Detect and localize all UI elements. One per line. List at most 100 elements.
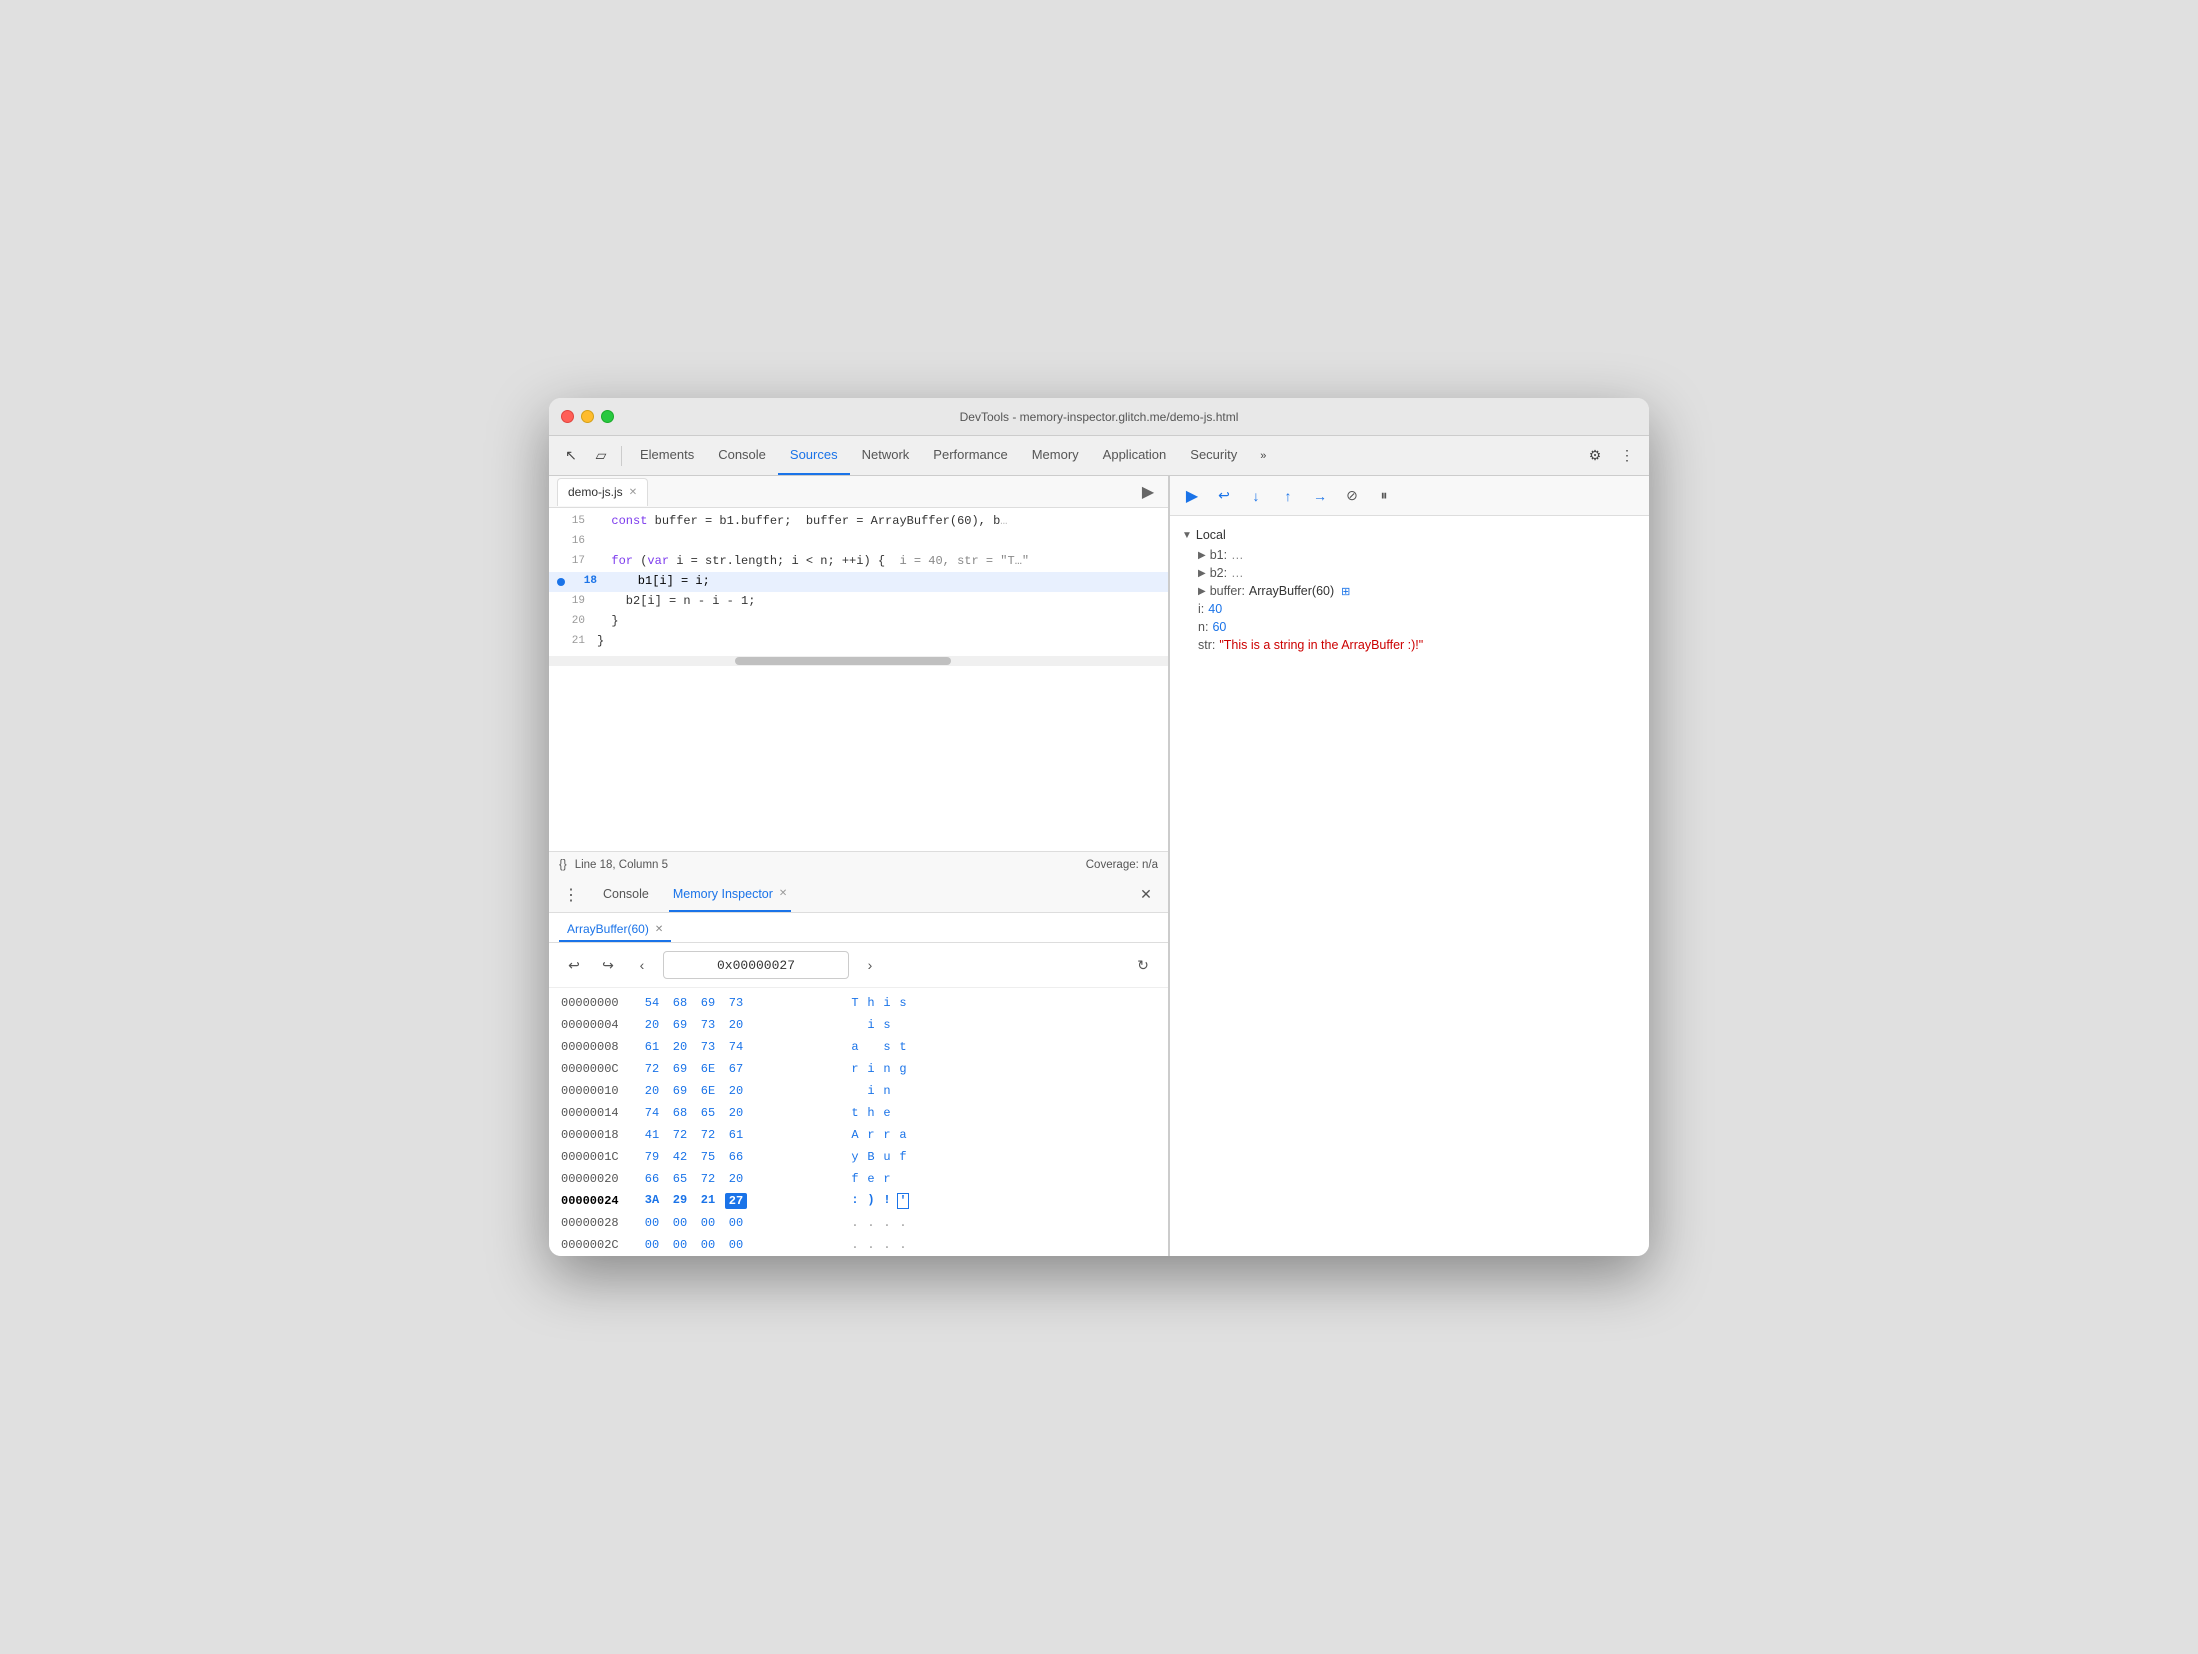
horizontal-scrollbar[interactable] [549, 656, 1168, 666]
hex-row-10: 00000010 20 69 6E 20 i [549, 1080, 1168, 1102]
panel-tab-memory-inspector[interactable]: Memory Inspector ✕ [669, 877, 791, 912]
hex-row-1c: 0000001C 79 42 75 66 y B [549, 1146, 1168, 1168]
devtools-window: DevTools - memory-inspector.glitch.me/de… [549, 398, 1649, 1256]
buffer-tab-bar: ArrayBuffer(60) ✕ [549, 913, 1168, 943]
title-bar: DevTools - memory-inspector.glitch.me/de… [549, 398, 1649, 436]
refresh-button[interactable]: ↻ [1130, 952, 1156, 978]
devtools-body: demo-js.js ✕ ▶ 15 const buffer = b1.buff… [549, 476, 1649, 1256]
breakpoint-dot [557, 578, 565, 586]
hex-row-18: 00000018 41 72 72 61 A r [549, 1124, 1168, 1146]
redo-button[interactable]: ↪ [595, 952, 621, 978]
hex-data: 00000000 54 68 69 73 T h [549, 988, 1168, 1256]
code-line-19: 19 b2[i] = n - i - 1; [549, 592, 1168, 612]
code-lines: 15 const buffer = b1.buffer; buffer = Ar… [549, 508, 1168, 656]
hex-row-0: 00000000 54 68 69 73 T h [549, 992, 1168, 1014]
code-editor: 15 const buffer = b1.buffer; buffer = Ar… [549, 508, 1168, 851]
scope-section-local: ▼ Local ▶ b1: … ▶ b2: … ▶ [1170, 524, 1649, 654]
code-line-21: 21 } [549, 632, 1168, 652]
tab-security[interactable]: Security [1178, 436, 1249, 475]
code-line-15: 15 const buffer = b1.buffer; buffer = Ar… [549, 512, 1168, 532]
hex-row-c: 0000000C 72 69 6E 67 r i [549, 1058, 1168, 1080]
tab-performance[interactable]: Performance [921, 436, 1019, 475]
toolbar-divider [621, 446, 622, 466]
deactivate-breakpoints[interactable]: ⊘ [1338, 482, 1366, 510]
scope-item-b2: ▶ b2: … [1182, 564, 1637, 582]
tab-application[interactable]: Application [1091, 436, 1179, 475]
fullscreen-button[interactable] [601, 410, 614, 423]
memory-inspector-tab-close[interactable]: ✕ [779, 888, 787, 899]
debugger-toolbar: ▶ ↩ ↓ ↑ → ⊘ ⏸ [1170, 476, 1649, 516]
devtools-toolbar: ↖ ▱ Elements Console Sources Network Per… [549, 436, 1649, 476]
step-into-button[interactable]: ↓ [1242, 482, 1270, 510]
left-panel: demo-js.js ✕ ▶ 15 const buffer = b1.buff… [549, 476, 1169, 1256]
coverage-status: Coverage: n/a [1086, 859, 1158, 871]
tab-console[interactable]: Console [706, 436, 778, 475]
toolbar-right: ⚙ ⋮ [1581, 442, 1641, 470]
hex-viewer: ↩ ↪ ‹ › ↻ 00000000 [549, 943, 1168, 1256]
hex-row-4: 00000004 20 69 73 20 i [549, 1014, 1168, 1036]
tab-sources[interactable]: Sources [778, 436, 850, 475]
scope-item-buffer: ▶ buffer: ArrayBuffer(60) ⊞ [1182, 582, 1637, 600]
scope-arrow-local: ▼ [1182, 530, 1192, 541]
file-tab-label: demo-js.js [568, 485, 623, 499]
scope-item-str: str: "This is a string in the ArrayBuffe… [1182, 636, 1637, 654]
scope-item-n: n: 60 [1182, 618, 1637, 636]
file-tab-demo-js[interactable]: demo-js.js ✕ [557, 478, 648, 506]
step-over-button[interactable]: ↩ [1210, 482, 1238, 510]
file-tab-bar: demo-js.js ✕ ▶ [549, 476, 1168, 508]
pause-on-exceptions[interactable]: ⏸ [1370, 482, 1398, 510]
tab-elements[interactable]: Elements [628, 436, 706, 475]
hex-row-24: 00000024 3A 29 21 27 : ) [549, 1190, 1168, 1212]
hex-toolbar: ↩ ↪ ‹ › ↻ [549, 943, 1168, 988]
memory-inspector: ArrayBuffer(60) ✕ ↩ ↪ ‹ › [549, 913, 1168, 1256]
tab-memory[interactable]: Memory [1020, 436, 1091, 475]
hex-row-8: 00000008 61 20 73 74 a [549, 1036, 1168, 1058]
memory-icon[interactable]: ⊞ [1341, 585, 1350, 598]
step-button[interactable]: → [1306, 482, 1334, 510]
main-tab-bar: Elements Console Sources Network Perform… [628, 436, 1579, 475]
device-toolbar-icon[interactable]: ▱ [587, 442, 615, 470]
status-bar: {} Line 18, Column 5 Coverage: n/a [549, 851, 1168, 877]
hex-row-28: 00000028 00 00 00 00 . . [549, 1212, 1168, 1234]
hex-row-2c: 0000002C 00 00 00 00 . . [549, 1234, 1168, 1256]
panel-close-button[interactable]: ✕ [1134, 883, 1158, 907]
memory-main: ↩ ↪ ‹ › ↻ 00000000 [549, 943, 1168, 1256]
more-options-icon[interactable]: ⋮ [1613, 442, 1641, 470]
code-line-16: 16 [549, 532, 1168, 552]
next-address-button[interactable]: › [857, 952, 883, 978]
prev-address-button[interactable]: ‹ [629, 952, 655, 978]
buffer-tab-label: ArrayBuffer(60) [567, 922, 649, 936]
scrollbar-thumb-h[interactable] [735, 657, 952, 665]
run-snippet-icon[interactable]: ▶ [1136, 480, 1160, 504]
more-tabs-icon[interactable]: » [1249, 442, 1277, 470]
step-out-button[interactable]: ↑ [1274, 482, 1302, 510]
traffic-lights [561, 410, 614, 423]
scope-item-b1: ▶ b1: … [1182, 546, 1637, 564]
scope-local-label: Local [1196, 528, 1226, 542]
scope-item-i: i: 40 [1182, 600, 1637, 618]
tab-network[interactable]: Network [850, 436, 922, 475]
brackets-icon: {} [559, 859, 567, 871]
panel-tab-bar: ⋮ Console Memory Inspector ✕ ✕ [549, 877, 1168, 913]
code-line-20: 20 } [549, 612, 1168, 632]
undo-button[interactable]: ↩ [561, 952, 587, 978]
scope-panel: ▼ Local ▶ b1: … ▶ b2: … ▶ [1170, 516, 1649, 1256]
panel-menu-icon[interactable]: ⋮ [559, 883, 583, 907]
address-input[interactable] [663, 951, 849, 979]
settings-icon[interactable]: ⚙ [1581, 442, 1609, 470]
hex-row-14: 00000014 74 68 65 20 t h [549, 1102, 1168, 1124]
code-line-17: 17 for (var i = str.length; i < n; ++i) … [549, 552, 1168, 572]
buffer-tab[interactable]: ArrayBuffer(60) ✕ [559, 922, 671, 942]
window-title: DevTools - memory-inspector.glitch.me/de… [960, 410, 1239, 424]
code-line-18: 18 b1[i] = i; [549, 572, 1168, 592]
hex-row-20: 00000020 66 65 72 20 f e [549, 1168, 1168, 1190]
close-button[interactable] [561, 410, 574, 423]
buffer-tab-close[interactable]: ✕ [655, 924, 663, 935]
cursor-icon[interactable]: ↖ [557, 442, 585, 470]
resume-button[interactable]: ▶ [1178, 482, 1206, 510]
right-panel: ▶ ↩ ↓ ↑ → ⊘ ⏸ ▼ Local ▶ b1: [1169, 476, 1649, 1256]
scope-header-local[interactable]: ▼ Local [1182, 524, 1637, 546]
file-tab-close[interactable]: ✕ [629, 487, 637, 498]
minimize-button[interactable] [581, 410, 594, 423]
panel-tab-console[interactable]: Console [599, 877, 653, 912]
